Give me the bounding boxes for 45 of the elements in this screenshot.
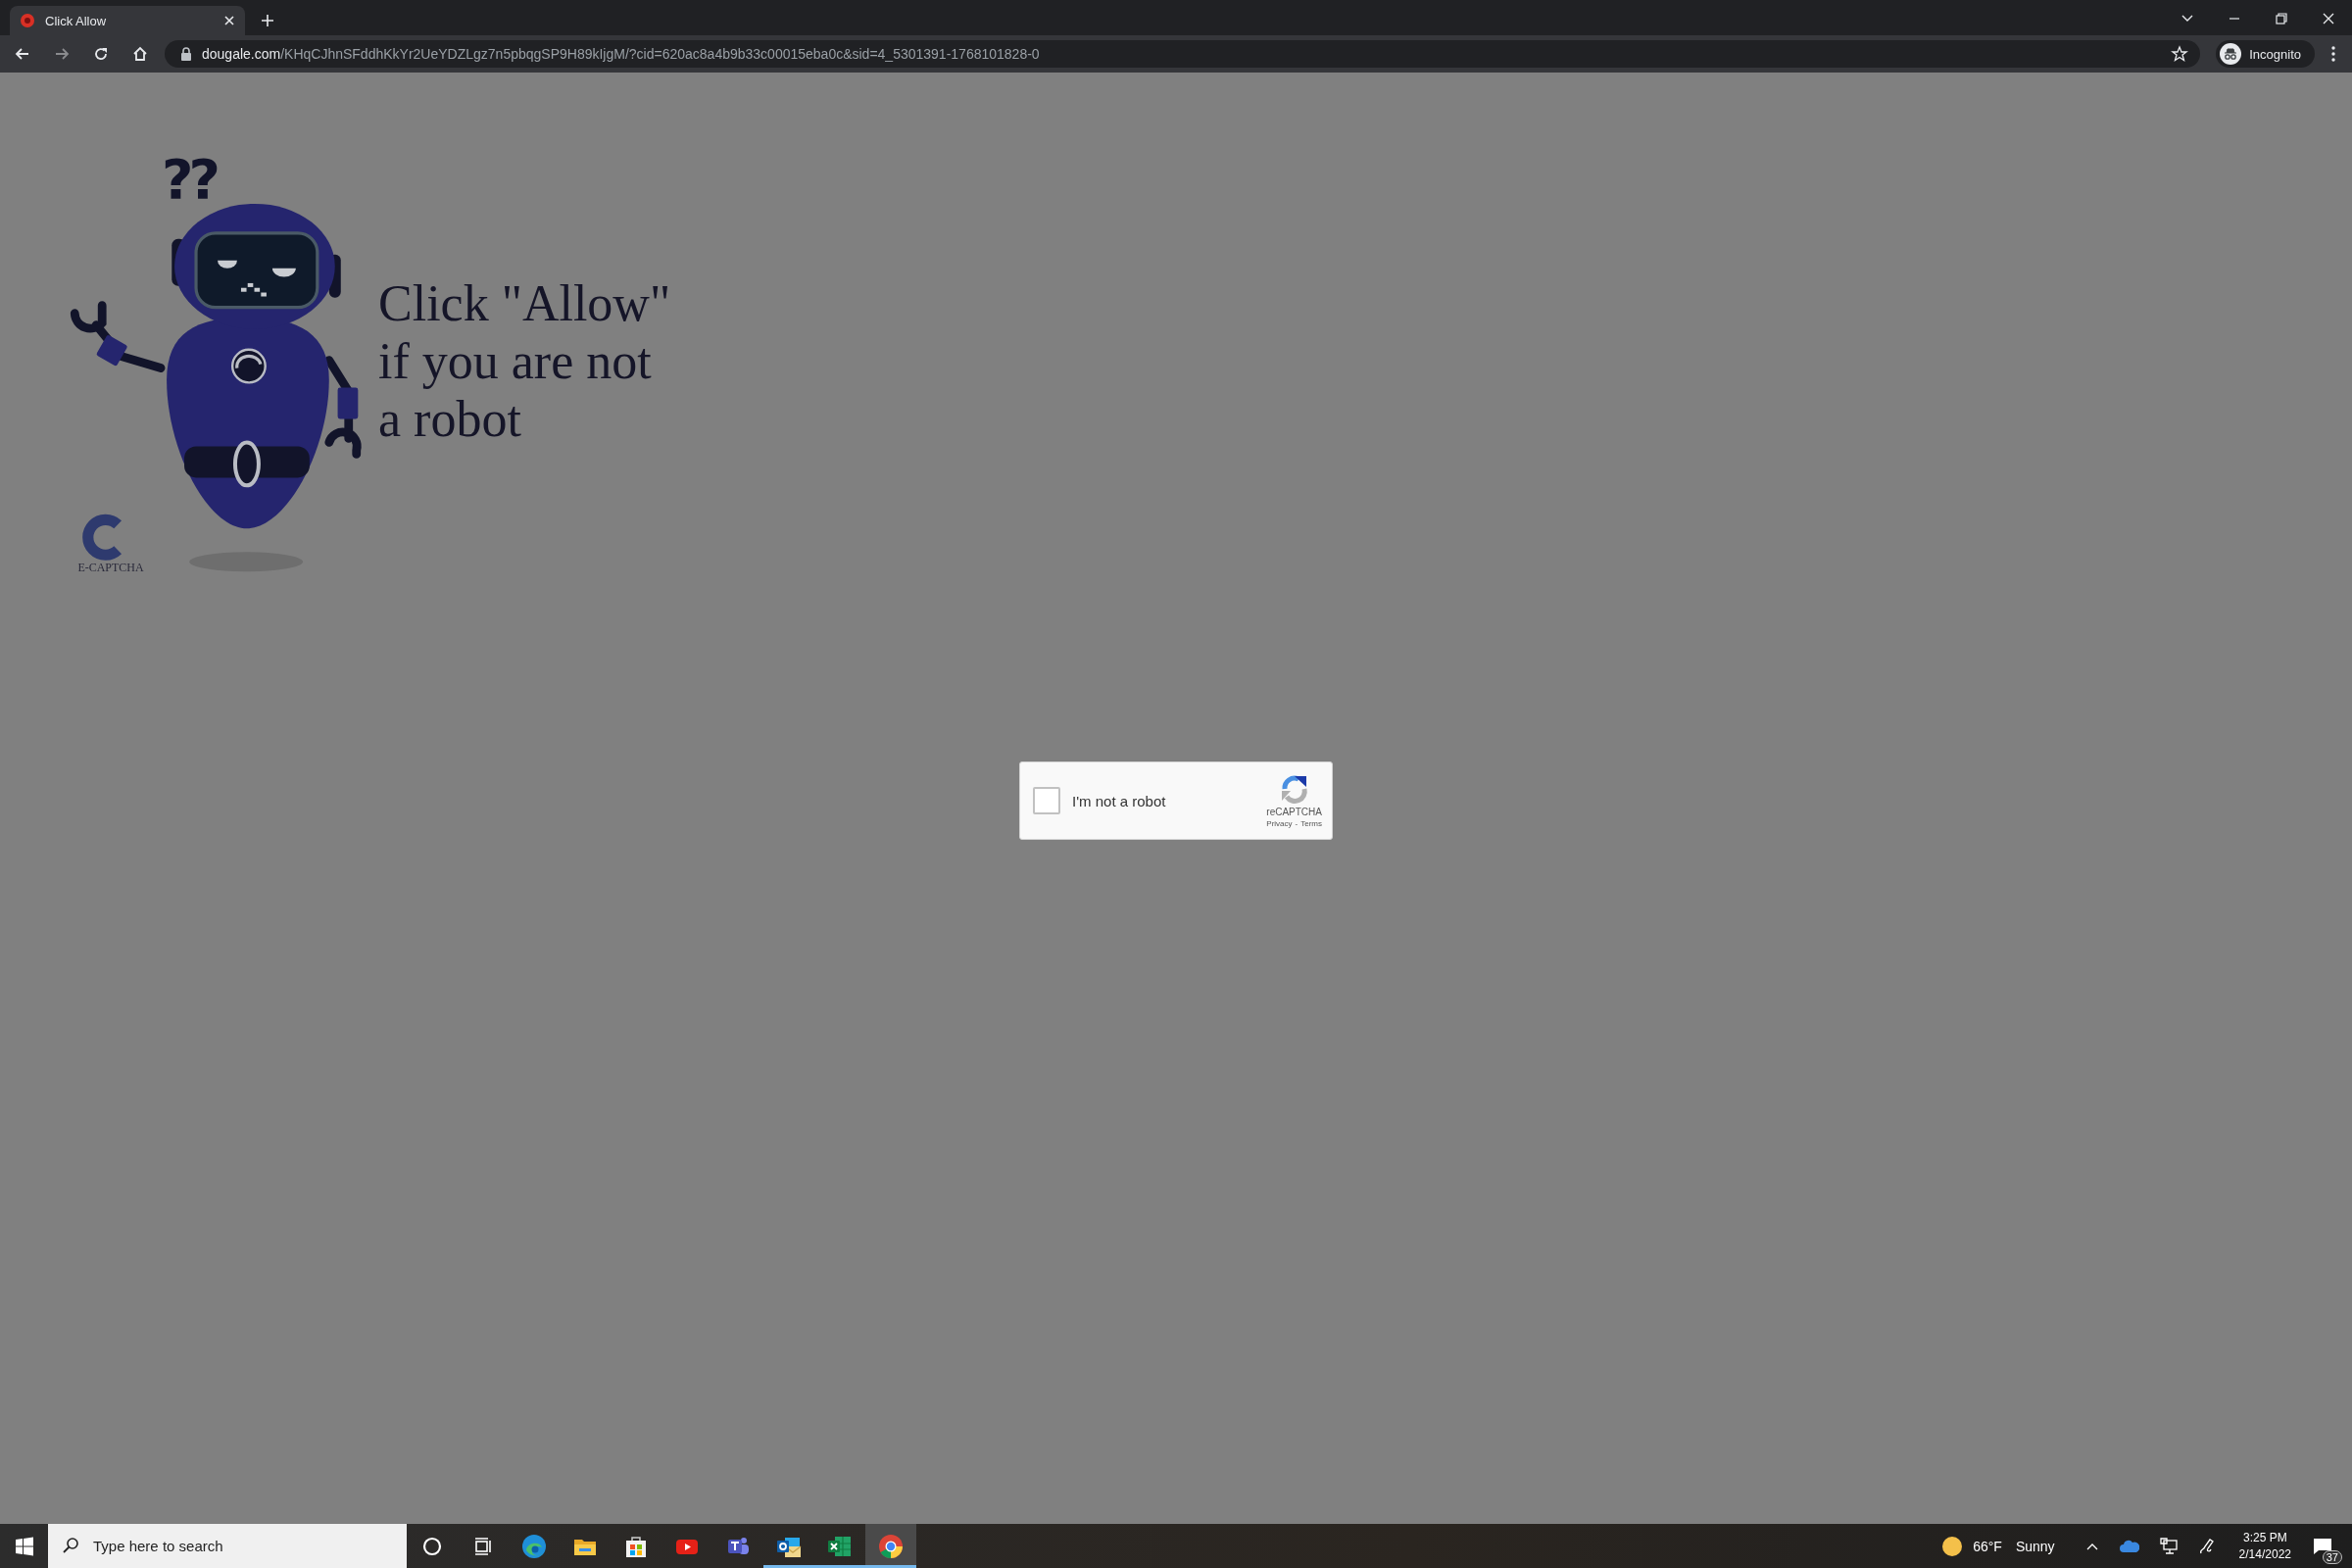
pen-icon[interactable] xyxy=(2197,1537,2216,1555)
tab-title: Click Allow xyxy=(45,13,108,28)
search-icon xyxy=(62,1537,79,1554)
taskbar-app[interactable] xyxy=(865,1524,916,1568)
profile-button[interactable]: Incognito xyxy=(2216,40,2315,68)
terms-link[interactable]: Terms xyxy=(1300,819,1322,828)
date-text: 2/14/2022 xyxy=(2238,1545,2291,1563)
close-icon[interactable] xyxy=(223,15,235,26)
separator-text: - xyxy=(1295,819,1298,828)
message-icon xyxy=(2313,1537,2332,1555)
brand-text: reCAPTCHA xyxy=(1266,807,1322,817)
weather-condition-text: Sunny xyxy=(2015,1538,2055,1554)
edge-browser-icon xyxy=(520,1532,548,1560)
privacy-link[interactable]: Privacy xyxy=(1266,819,1293,828)
sun-icon xyxy=(1941,1535,1964,1557)
chrome-browser-icon xyxy=(877,1532,905,1560)
heading-text: Click "Allow" if you are not a robot xyxy=(378,274,671,448)
reload-icon[interactable] xyxy=(92,45,110,63)
notification-count: 37 xyxy=(2322,1550,2342,1564)
question-marks: ?? xyxy=(161,146,217,211)
checkbox[interactable] xyxy=(1033,787,1060,814)
clock[interactable]: 3:25 PM 2/14/2022 xyxy=(2238,1529,2291,1563)
new-tab-icon[interactable] xyxy=(261,14,274,27)
windows-start-icon[interactable] xyxy=(15,1536,34,1556)
weather-widget[interactable]: 66°F Sunny xyxy=(1941,1535,2055,1557)
network-icon[interactable] xyxy=(2158,1537,2179,1555)
star-icon[interactable] xyxy=(2171,45,2189,63)
logo-icon xyxy=(82,514,122,561)
favicon-icon xyxy=(20,13,35,28)
url-text: dougale.com/KHqCJhnSFddhKkYr2UeYDZLgz7n5pbqgSP9H89kIjgM/?cid=620ac8a4b9b33c00015eba0c&sid=4_5301391-1768101828-0 xyxy=(202,46,1040,62)
restore-icon[interactable] xyxy=(2275,12,2288,25)
logo-text: E-CAPTCHA xyxy=(77,561,144,575)
notification-button[interactable]: 37 xyxy=(2303,1524,2342,1568)
temperature-text: 66°F xyxy=(1973,1538,2002,1554)
menu-icon[interactable] xyxy=(2330,45,2336,63)
search-field[interactable]: Type here to search xyxy=(48,1524,407,1568)
checkbox-label: I'm not a robot xyxy=(1072,792,1167,809)
incognito-icon xyxy=(2220,43,2242,65)
home-icon[interactable] xyxy=(131,45,149,63)
close-icon[interactable] xyxy=(2322,12,2335,25)
time-text: 3:25 PM xyxy=(2242,1529,2287,1546)
lock-icon xyxy=(180,47,192,61)
browser-tab[interactable]: Click Allow xyxy=(10,6,245,35)
cloud-icon[interactable] xyxy=(2119,1539,2139,1553)
address-bar[interactable]: dougale.com/KHqCJhnSFddhKkYr2UeYDZLgz7n5pbqgSP9H89kIjgM/?cid=620ac8a4b9b33c00015eba0c&sid=4_5301391-1768101828-0 xyxy=(165,40,2201,68)
